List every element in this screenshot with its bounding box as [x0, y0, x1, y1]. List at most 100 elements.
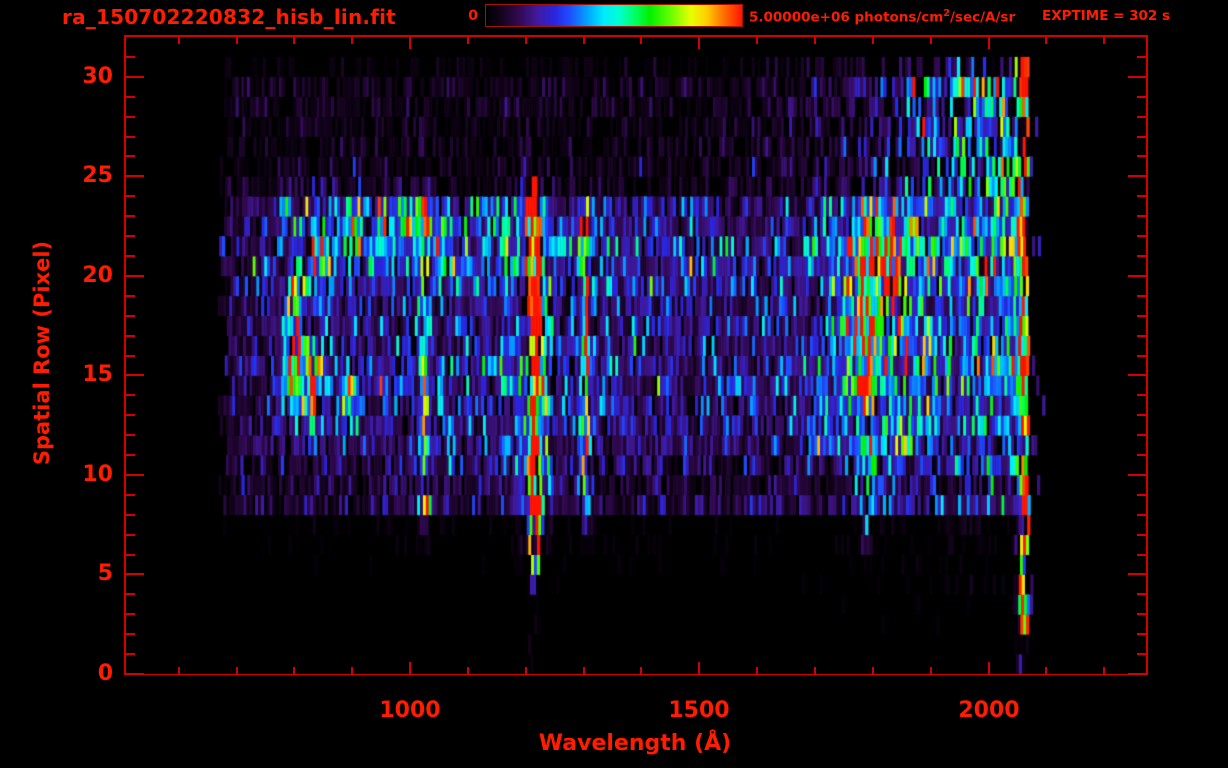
- axis-tick: [1128, 275, 1146, 277]
- axis-tick: [351, 667, 353, 674]
- axis-tick: [1103, 667, 1105, 674]
- axis-tick: [1137, 255, 1146, 257]
- y-tick-label: 5: [37, 562, 113, 586]
- axis-tick: [756, 37, 758, 44]
- axis-tick: [126, 215, 135, 217]
- axis-tick: [126, 573, 144, 575]
- axis-tick: [525, 667, 527, 674]
- axis-tick: [814, 37, 816, 44]
- axis-tick: [872, 667, 874, 674]
- axis-tick: [814, 667, 816, 674]
- axis-tick: [1137, 195, 1146, 197]
- y-axis-title: Spatial Row (Pixel): [30, 203, 56, 503]
- axis-tick: [126, 136, 135, 138]
- axis-tick: [1137, 295, 1146, 297]
- axis-tick: [467, 667, 469, 674]
- colorbar-units-suffix: /sec/A/sr: [950, 10, 1015, 26]
- axis-tick: [1137, 155, 1146, 157]
- axis-tick: [1128, 76, 1146, 78]
- axis-tick: [126, 335, 135, 337]
- axis-tick: [126, 534, 135, 536]
- axis-tick: [930, 37, 932, 44]
- axis-tick: [126, 235, 135, 237]
- axis-tick: [126, 474, 144, 476]
- axis-tick: [126, 355, 135, 357]
- axis-tick: [126, 414, 135, 416]
- axis-tick: [126, 315, 135, 317]
- axis-tick: [930, 667, 932, 674]
- axis-tick: [409, 37, 411, 49]
- x-tick-label: 1000: [350, 698, 470, 723]
- axis-tick: [126, 76, 144, 78]
- axis-tick: [126, 633, 135, 635]
- axis-tick: [1045, 37, 1047, 44]
- axis-tick: [1137, 534, 1146, 536]
- axis-tick: [1128, 573, 1146, 575]
- axis-tick: [293, 667, 295, 674]
- axis-tick: [126, 554, 135, 556]
- axis-tick: [1137, 235, 1146, 237]
- axis-tick: [236, 667, 238, 674]
- axis-tick: [1137, 653, 1146, 655]
- axis-tick: [1137, 335, 1146, 337]
- axis-tick: [872, 37, 874, 44]
- axis-tick: [1137, 215, 1146, 217]
- plot-title: ra_150702220832_hisb_lin.fit: [62, 5, 396, 29]
- axis-tick: [1137, 593, 1146, 595]
- axis-tick: [126, 454, 135, 456]
- axis-tick: [351, 37, 353, 44]
- axis-tick: [1137, 116, 1146, 118]
- axis-tick: [1137, 394, 1146, 396]
- axis-tick: [409, 662, 411, 674]
- axis-tick: [1137, 633, 1146, 635]
- axis-tick: [126, 494, 135, 496]
- axis-tick: [698, 37, 700, 49]
- axis-tick: [1137, 554, 1146, 556]
- axis-tick: [126, 295, 135, 297]
- x-axis-title: Wavelength (Å): [515, 731, 755, 756]
- axis-tick: [1137, 613, 1146, 615]
- axis-tick: [126, 155, 135, 157]
- axis-tick: [126, 116, 135, 118]
- y-tick-label: 30: [37, 65, 113, 89]
- axis-tick: [1137, 315, 1146, 317]
- axis-tick: [126, 673, 144, 675]
- axis-tick: [583, 667, 585, 674]
- axis-tick: [126, 514, 135, 516]
- axis-tick: [1137, 494, 1146, 496]
- axis-tick: [525, 37, 527, 44]
- axis-tick: [126, 613, 135, 615]
- idl-spectrum-window: ra_150702220832_hisb_lin.fit 0 5.00000e+…: [0, 0, 1228, 768]
- axis-tick: [1137, 434, 1146, 436]
- axis-tick: [126, 374, 144, 376]
- x-tick-label: 2000: [929, 698, 1049, 723]
- exptime-label: EXPTIME = 302 s: [1042, 8, 1170, 24]
- y-tick-label: 0: [37, 662, 113, 686]
- axis-tick: [1128, 374, 1146, 376]
- axis-tick: [988, 662, 990, 674]
- axis-tick: [1137, 454, 1146, 456]
- colorbar-units-prefix: photons/cm: [850, 10, 944, 26]
- axis-tick: [1137, 355, 1146, 357]
- axis-tick: [126, 434, 135, 436]
- axis-tick: [178, 667, 180, 674]
- axis-tick: [1137, 414, 1146, 416]
- axis-tick: [467, 37, 469, 44]
- axis-tick: [126, 96, 135, 98]
- axis-tick: [1137, 136, 1146, 138]
- axis-tick: [698, 662, 700, 674]
- x-tick-label: 1500: [639, 698, 759, 723]
- axis-tick: [1137, 96, 1146, 98]
- axis-tick: [1045, 667, 1047, 674]
- colorbar-max-value: 5.00000e+06: [749, 10, 850, 26]
- axis-tick: [293, 37, 295, 44]
- axis-tick: [178, 37, 180, 44]
- spectrum-heatmap-canvas: [126, 37, 1146, 674]
- axis-tick: [236, 37, 238, 44]
- axis-tick: [988, 37, 990, 49]
- axis-tick: [126, 195, 135, 197]
- colorbar-max-label: 5.00000e+06 photons/cm2/sec/A/sr: [749, 8, 1015, 26]
- axis-tick: [1128, 673, 1146, 675]
- axis-tick: [1137, 56, 1146, 58]
- colorbar-min-label: 0: [438, 8, 478, 24]
